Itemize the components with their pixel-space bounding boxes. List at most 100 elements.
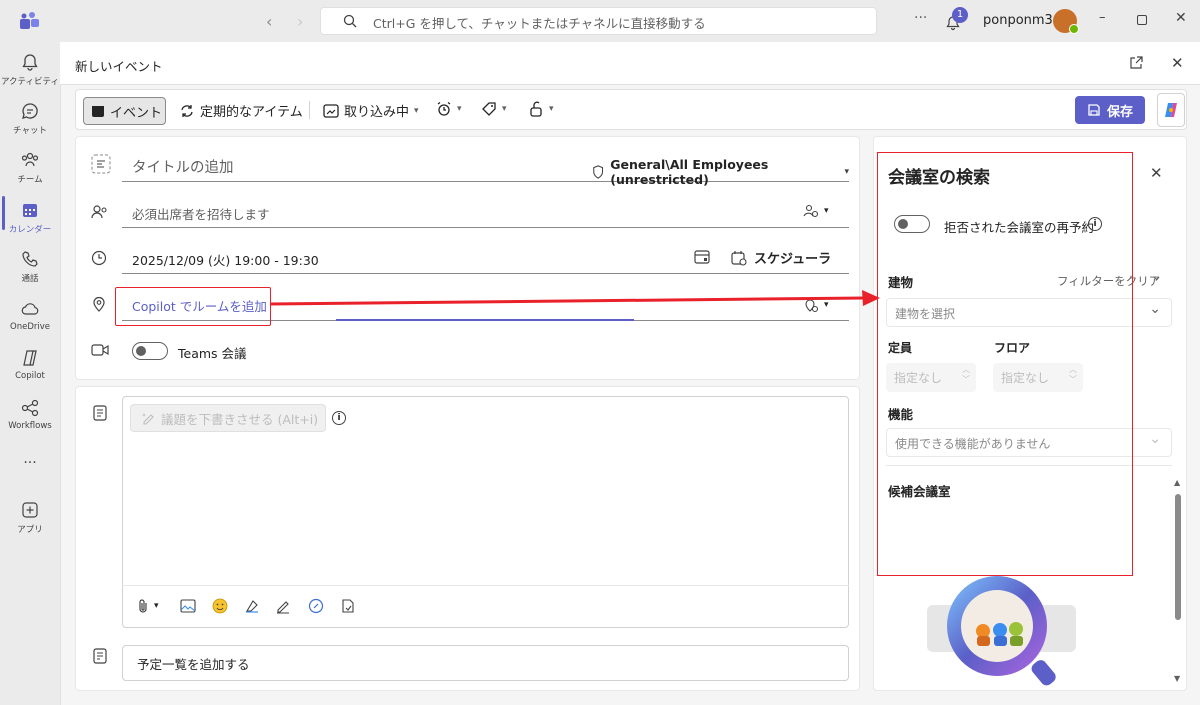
minimize-icon[interactable]: – xyxy=(1099,10,1106,25)
search-icon xyxy=(343,14,357,28)
lock-icon xyxy=(530,101,542,117)
scheduler-button[interactable]: スケジューラ xyxy=(731,248,831,267)
rail-item-calendar[interactable]: カレンダー xyxy=(0,200,60,235)
event-header xyxy=(60,42,1200,85)
image-icon[interactable] xyxy=(180,599,196,613)
rail-item-chat[interactable]: チャット xyxy=(0,101,60,136)
emoji-icon[interactable] xyxy=(212,598,228,614)
attendee-options-button[interactable]: ▾ xyxy=(803,203,829,219)
teams-meeting-toggle[interactable] xyxy=(132,342,168,360)
alarm-icon xyxy=(437,101,451,116)
editor-toolbar: ▾ xyxy=(122,585,849,628)
approval-icon[interactable] xyxy=(340,598,356,614)
scheduler-icon xyxy=(731,250,747,266)
pop-out-icon[interactable] xyxy=(1128,55,1144,71)
rail-label: OneDrive xyxy=(10,322,50,332)
panel-scrollbar-thumb[interactable] xyxy=(1175,494,1181,620)
title-field[interactable]: タイトルの追加 General\All Employees (unrestric… xyxy=(122,148,849,187)
rail-item-apps[interactable]: アプリ xyxy=(0,500,60,535)
save-button[interactable]: 保存 xyxy=(1075,96,1145,124)
calendar-icon xyxy=(23,204,37,217)
busy-status-icon xyxy=(323,103,339,118)
close-event-icon[interactable]: ✕ xyxy=(1171,54,1184,72)
scheduler-label: スケジューラ xyxy=(754,252,832,267)
attendees-field[interactable]: 必須出席者を招待します ▾ xyxy=(122,194,849,228)
rail-label: チーム xyxy=(17,175,43,185)
attach-button[interactable]: ▾ xyxy=(136,598,159,614)
chevron-down-icon: ▾ xyxy=(502,104,507,114)
info-icon[interactable]: i xyxy=(332,411,346,425)
rail-item-workflows[interactable]: Workflows xyxy=(0,398,60,431)
loop-component-icon[interactable] xyxy=(244,598,260,614)
category-dropdown[interactable]: ▾ xyxy=(481,101,507,117)
rail-item-copilot[interactable]: Copilot xyxy=(0,348,60,381)
rail-item-teams[interactable]: チーム xyxy=(0,150,60,185)
back-arrow-icon[interactable]: ‹ xyxy=(266,12,272,31)
forward-arrow-icon[interactable]: › xyxy=(297,12,303,31)
copilot-chat-icon[interactable] xyxy=(308,598,324,614)
collapse-filters-icon[interactable]: ⌄ xyxy=(1151,269,1162,284)
chevron-down-icon: ▾ xyxy=(844,167,849,177)
teams-icon xyxy=(21,152,39,167)
copilot-icon xyxy=(23,350,37,366)
video-icon xyxy=(91,343,109,357)
sensitivity-dropdown[interactable]: ▾ xyxy=(528,101,554,117)
chevron-down-icon: ⌄ xyxy=(1149,301,1161,317)
title-placeholder: タイトルの追加 xyxy=(132,160,234,176)
recurring-label: 定期的なアイテム xyxy=(200,105,303,120)
workflows-icon xyxy=(21,399,39,417)
chevron-down-icon: ▾ xyxy=(154,601,159,611)
scroll-up-icon[interactable]: ▲ xyxy=(1174,478,1180,487)
rail-label: チャット xyxy=(13,126,47,136)
phone-icon xyxy=(22,251,38,267)
teams-meeting-label: Teams 会議 xyxy=(178,346,247,361)
draft-agenda-button[interactable]: 議題を下書きさせる (Alt+i) xyxy=(130,404,326,432)
more-options-icon[interactable]: ··· xyxy=(914,10,927,26)
event-icon xyxy=(92,106,104,117)
description-icon xyxy=(92,405,108,421)
chevron-down-icon: ⌄ xyxy=(1149,431,1161,447)
teams-logo-icon xyxy=(18,11,40,31)
rail-label: Workflows xyxy=(8,421,52,431)
chevron-down-icon: ▾ xyxy=(824,206,829,216)
restore-icon[interactable] xyxy=(1137,15,1147,25)
rail-item-activity[interactable]: アクティビティ xyxy=(0,52,60,87)
datetime-field[interactable]: 2025/12/09 (火) 19:00 - 19:30 スケジューラ xyxy=(122,240,849,274)
calendar-view-icon[interactable] xyxy=(694,249,710,265)
cloud-icon xyxy=(21,303,39,315)
annotation-highlight-link xyxy=(115,287,271,326)
search-input[interactable]: Ctrl+G を押して、チャットまたはチャネルに直接移動する xyxy=(320,7,877,35)
recurring-button[interactable]: 定期的なアイテム xyxy=(179,101,303,120)
shield-icon xyxy=(593,165,604,179)
rail-label: 通話 xyxy=(21,274,39,284)
rail-item-onedrive[interactable]: OneDrive xyxy=(0,299,60,332)
channel-selector[interactable]: General\All Employees (unrestricted) ▾ xyxy=(592,157,849,187)
room-search-illustration-icon xyxy=(943,572,1083,692)
notification-badge: 1 xyxy=(952,7,968,23)
location-focus-underline xyxy=(336,319,634,321)
format-pen-icon[interactable] xyxy=(275,598,291,614)
add-apps-icon xyxy=(22,502,38,518)
event-type-button[interactable]: イベント xyxy=(83,97,166,125)
chevron-down-icon: ▾ xyxy=(414,105,419,116)
event-type-label: イベント xyxy=(110,105,163,121)
close-window-icon[interactable]: ✕ xyxy=(1175,10,1187,26)
agenda-input[interactable]: 予定一覧を追加する xyxy=(122,645,849,681)
close-panel-icon[interactable]: ✕ xyxy=(1150,164,1163,182)
rail-label: アプリ xyxy=(17,525,43,535)
rail-label: Copilot xyxy=(15,371,45,381)
rail-label: カレンダー xyxy=(8,225,52,235)
toolbar-divider xyxy=(309,101,310,119)
rail-item-calls[interactable]: 通話 xyxy=(0,249,60,284)
agenda-placeholder: 予定一覧を追加する xyxy=(137,657,250,672)
copilot-button[interactable] xyxy=(1157,93,1185,127)
event-toolbar: イベント 定期的なアイテム 取り込み中 ▾ ▾ ▾ ▾ xyxy=(75,89,1187,130)
reminder-dropdown[interactable]: ▾ xyxy=(436,101,462,117)
more-apps-icon[interactable]: ··· xyxy=(0,455,60,471)
show-as-dropdown[interactable]: 取り込み中 ▾ xyxy=(323,101,419,120)
avatar[interactable] xyxy=(1053,9,1079,34)
chat-icon xyxy=(22,103,38,119)
agenda-icon xyxy=(92,648,108,664)
scroll-down-icon[interactable]: ▼ xyxy=(1174,674,1180,683)
page-title: 新しいイベント xyxy=(75,59,163,74)
